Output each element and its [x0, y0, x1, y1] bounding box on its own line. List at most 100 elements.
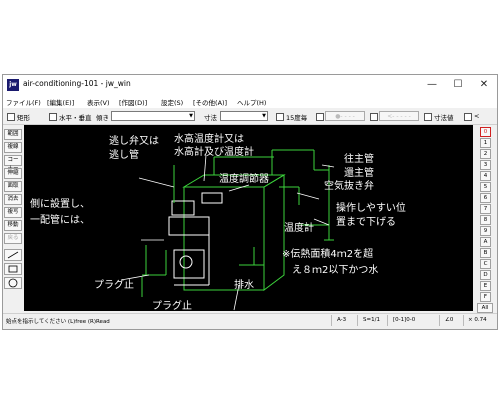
hv-label: 水平・垂直 [59, 114, 92, 122]
label-area1: ※伝熱面積4ｍ2を超 [282, 247, 373, 260]
hv-checkbox[interactable] [49, 113, 57, 121]
label-outgoing-pipe: 往主管 [344, 152, 374, 165]
title-bar[interactable]: jw air-conditioning-101 - jw_win — ☐ ✕ [3, 75, 497, 95]
slope-combo[interactable]: ▼ [111, 111, 195, 121]
layer-5-button[interactable]: 5 [480, 182, 491, 192]
layer-8-button[interactable]: 8 [480, 215, 491, 225]
tool-corner[interactable]: コーナー [4, 155, 22, 172]
layer-2-button[interactable]: 2 [480, 149, 491, 159]
maximize-button[interactable]: ☐ [445, 75, 471, 95]
menu-bar: ファイル(F) [編集(E)] 表示(V) [作図(D)] 設定(S) [その他… [3, 95, 497, 108]
status-layer[interactable]: [0-1]0-0 [393, 317, 415, 323]
layer-all-button[interactable]: All [477, 303, 493, 313]
menu-view[interactable]: 表示(V) [87, 97, 110, 107]
layer-d-button[interactable]: D [480, 270, 491, 280]
circle-icon [8, 278, 18, 288]
linetype1-button[interactable]: ●- - - - [325, 111, 365, 121]
label-note2: 置まで下げる [336, 216, 396, 228]
left-toolbar: 範囲 複線 コーナー 伸縮 面取 消去 複写 移動 戻る [3, 125, 23, 305]
status-divider [439, 315, 440, 326]
tool-stretch[interactable]: 伸縮 [4, 168, 22, 179]
label-relief-pipe: 逃し管 [109, 148, 139, 161]
label-plug2: プラグ止 [152, 299, 192, 311]
layer-3-button[interactable]: 3 [480, 160, 491, 170]
tool-erase[interactable]: 消去 [4, 194, 22, 205]
cad-drawing: 逃し弁又は 逃し管 水高温度計又は 水高計及び温度計 温度調節器 往主管 還主管… [30, 132, 406, 311]
chevron-down-icon: ▼ [262, 113, 266, 119]
layer-0-button[interactable]: 0 [480, 127, 491, 137]
layer-4-button[interactable]: 4 [480, 171, 491, 181]
status-scale[interactable]: S=1/1 [363, 317, 380, 323]
right-layer-toolbar: 0 1 2 3 4 5 6 7 8 9 A B C D E F All [475, 125, 497, 315]
layer-7-button[interactable]: 7 [480, 204, 491, 214]
status-divider [387, 315, 388, 326]
label-area2: え８ｍ2以下かつ水 [292, 264, 378, 276]
layer-b-button[interactable]: B [480, 248, 491, 258]
linetype1-checkbox[interactable] [316, 113, 324, 121]
layer-9-button[interactable]: 9 [480, 226, 491, 236]
arrow-label: < [474, 112, 480, 120]
app-icon: jw [7, 79, 19, 91]
layer-c-button[interactable]: C [480, 259, 491, 269]
close-button[interactable]: ✕ [471, 75, 497, 95]
rect-tool-button[interactable] [4, 263, 22, 275]
layer-e-button[interactable]: E [480, 281, 491, 291]
tool-move[interactable]: 移動 [4, 220, 22, 231]
linetype2-checkbox[interactable] [370, 113, 378, 121]
deg15-checkbox[interactable] [276, 113, 284, 121]
size-label: 寸法 [204, 114, 217, 122]
menu-settings[interactable]: 設定(S) [161, 97, 183, 107]
label-gauge1: 水高温度計又は [174, 132, 244, 145]
size-combo[interactable]: ▼ [220, 111, 268, 121]
rect-label: 矩形 [17, 114, 30, 122]
rectangle-icon [8, 265, 18, 273]
label-gauge2: 水高計及び温度計 [174, 145, 254, 158]
tool-offset[interactable]: 複線 [4, 142, 22, 153]
status-divider [463, 315, 464, 326]
slope-label: 傾き [96, 114, 109, 122]
label-thermometer: 温度計 [284, 221, 314, 234]
menu-other[interactable]: [その他(A)] [193, 97, 227, 107]
drawing-canvas[interactable]: 逃し弁又は 逃し管 水高温度計又は 水高計及び温度計 温度調節器 往主管 還主管… [24, 125, 473, 311]
minimize-button[interactable]: — [419, 75, 445, 95]
label-temp-controller: 温度調節器 [219, 172, 269, 185]
arrow-checkbox[interactable] [464, 113, 472, 121]
status-paper[interactable]: A-3 [337, 317, 346, 323]
line-tool-button[interactable] [4, 249, 22, 261]
deg15-label: 15度毎 [286, 114, 308, 122]
status-bar: 始点を指示してください (L)free (R)Read A-3 S=1/1 [0… [3, 313, 497, 328]
label-return-pipe: 還主管 [344, 166, 374, 179]
dim-label: 寸法値 [434, 114, 454, 122]
boiler-details [168, 192, 223, 286]
status-divider [357, 315, 358, 326]
menu-help[interactable]: ヘルプ(H) [237, 97, 266, 107]
label-air-vent: 空気抜き弁 [324, 179, 374, 192]
line-icon [7, 251, 19, 259]
label-relief-valve: 逃し弁又は [109, 134, 159, 147]
boiler-outline [182, 174, 286, 291]
label-left1: 側に設置し、 [30, 197, 90, 210]
dim-checkbox[interactable] [424, 113, 432, 121]
status-angle[interactable]: ∠0 [445, 317, 453, 323]
label-plug1: プラグ止 [94, 278, 134, 291]
label-left2: 一配管には、 [30, 213, 90, 226]
rect-checkbox[interactable] [7, 113, 15, 121]
menu-file[interactable]: ファイル(F) [6, 97, 41, 107]
menu-edit[interactable]: [編集(E)] [47, 97, 74, 107]
tool-range[interactable]: 範囲 [4, 129, 22, 140]
layer-f-button[interactable]: F [480, 292, 491, 302]
status-prompt: 始点を指示してください (L)free (R)Read [6, 319, 110, 325]
tool-chamfer[interactable]: 面取 [4, 181, 22, 192]
tool-undo[interactable]: 戻る [4, 233, 22, 244]
app-window: jw air-conditioning-101 - jw_win — ☐ ✕ フ… [2, 74, 498, 330]
window-title: air-conditioning-101 - jw_win [23, 79, 131, 88]
tool-copy[interactable]: 複写 [4, 207, 22, 218]
layer-6-button[interactable]: 6 [480, 193, 491, 203]
linetype2-button[interactable]: <- - - - - [379, 111, 419, 121]
layer-a-button[interactable]: A [480, 237, 491, 247]
status-zoom[interactable]: × 0.74 [468, 317, 487, 323]
layer-1-button[interactable]: 1 [480, 138, 491, 148]
circle-tool-button[interactable] [4, 277, 22, 289]
menu-draw[interactable]: [作図(D)] [119, 97, 147, 107]
status-divider [331, 315, 332, 326]
